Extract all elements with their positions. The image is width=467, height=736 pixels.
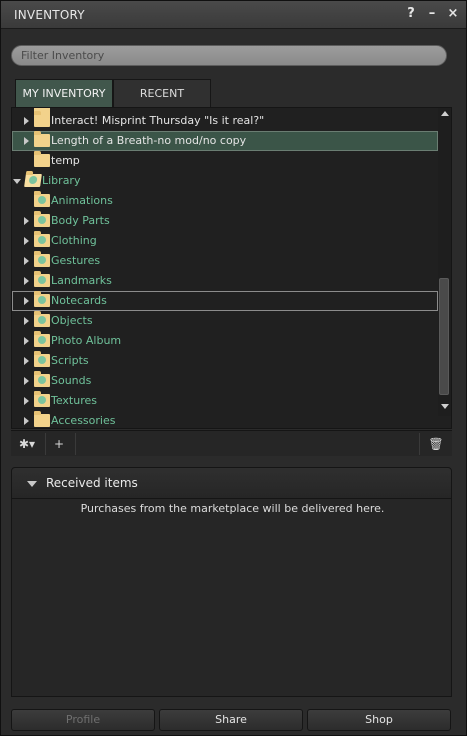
received-items-message: Purchases from the marketplace will be d… xyxy=(80,502,385,515)
system-folder-icon xyxy=(34,391,50,407)
tree-row[interactable]: Accessories xyxy=(12,411,438,428)
folder-icon xyxy=(34,131,50,147)
tree-row[interactable]: Body Parts xyxy=(12,211,438,231)
system-folder-icon xyxy=(34,351,50,367)
tree-row-label: temp xyxy=(51,154,80,167)
collapse-arrow-icon[interactable] xyxy=(27,481,37,487)
expand-arrow-icon[interactable] xyxy=(24,137,29,145)
tree-row[interactable]: Clothing xyxy=(12,231,438,251)
minimize-icon[interactable]: – xyxy=(425,6,439,22)
tree-row-label: Animations xyxy=(51,194,113,207)
tree-row-label: Scripts xyxy=(51,354,89,367)
system-folder-icon xyxy=(34,191,50,207)
system-folder-icon xyxy=(34,251,50,267)
tree-row-label: Sounds xyxy=(51,374,92,387)
bottom-buttons: Profile Share Shop xyxy=(11,709,452,731)
tree-row-label: Objects xyxy=(51,314,93,327)
scroll-thumb[interactable] xyxy=(439,278,449,395)
system-folder-icon xyxy=(34,231,50,247)
received-items-header[interactable]: Received items xyxy=(11,467,452,499)
tree-row[interactable]: Scripts xyxy=(12,351,438,371)
scroll-up-icon[interactable] xyxy=(441,111,449,116)
tree-row-label: Notecards xyxy=(51,294,107,307)
tree-row-label: Accessories xyxy=(51,414,116,427)
system-folder-icon xyxy=(34,331,50,347)
tree-row[interactable]: Sounds xyxy=(12,371,438,391)
received-items-panel: Purchases from the marketplace will be d… xyxy=(11,499,452,697)
folder-icon xyxy=(34,151,50,167)
tab-my-inventory[interactable]: MY INVENTORY xyxy=(15,79,113,107)
tree-row[interactable]: Animations xyxy=(12,191,438,211)
tree-row-hovered[interactable]: Notecards xyxy=(12,291,438,311)
filter-inventory-input[interactable]: Filter Inventory xyxy=(11,45,447,66)
folder-icon xyxy=(34,411,50,427)
tree-row[interactable]: Interact! Misprint Thursday "Is it real?… xyxy=(12,111,438,131)
tree-row-label: Interact! Misprint Thursday "Is it real?… xyxy=(51,114,265,127)
expand-arrow-icon[interactable] xyxy=(24,317,29,325)
system-folder-icon xyxy=(34,291,50,307)
inventory-window: INVENTORY ? – × Filter Inventory MY INVE… xyxy=(0,0,467,736)
tree-row-label: Landmarks xyxy=(51,274,112,287)
tree-row-label: Body Parts xyxy=(51,214,110,227)
title-bar-icons: ? – × xyxy=(404,6,460,22)
gear-icon[interactable]: ✱▾ xyxy=(15,434,39,454)
shop-button[interactable]: Shop xyxy=(307,709,451,731)
title-bar[interactable]: INVENTORY ? – × xyxy=(1,1,466,29)
window-title: INVENTORY xyxy=(14,8,85,22)
expand-arrow-icon[interactable] xyxy=(24,297,29,305)
expand-arrow-icon[interactable] xyxy=(24,277,29,285)
system-folder-icon xyxy=(34,311,50,327)
expand-arrow-icon[interactable] xyxy=(24,337,29,345)
expand-arrow-icon[interactable] xyxy=(24,237,29,245)
library-folder-icon xyxy=(24,174,42,187)
tree-row-label: Textures xyxy=(51,394,97,407)
system-folder-icon xyxy=(34,371,50,387)
close-icon[interactable]: × xyxy=(446,6,460,22)
tree-row[interactable]: Gestures xyxy=(12,251,438,271)
toolbar-divider xyxy=(419,433,420,455)
expand-arrow-icon[interactable] xyxy=(24,377,29,385)
inventory-tabs: MY INVENTORY RECENT xyxy=(15,79,211,107)
expand-arrow-icon[interactable] xyxy=(24,397,29,405)
system-folder-icon xyxy=(34,211,50,227)
inventory-tree[interactable]: Interact! Misprint Thursday "Is it real?… xyxy=(11,107,452,429)
tree-row-label: Gestures xyxy=(51,254,101,267)
scroll-down-icon[interactable] xyxy=(441,404,449,409)
expand-arrow-icon[interactable] xyxy=(24,117,29,125)
tree-scrollbar[interactable] xyxy=(438,108,451,416)
tree-row[interactable]: Landmarks xyxy=(12,271,438,291)
toolbar-divider xyxy=(75,433,76,455)
tab-recent[interactable]: RECENT xyxy=(113,79,211,107)
tree-row[interactable]: Textures xyxy=(12,391,438,411)
expand-arrow-icon[interactable] xyxy=(24,357,29,365)
help-icon[interactable]: ? xyxy=(404,6,418,22)
received-items-title: Received items xyxy=(46,476,138,490)
tree-row-library[interactable]: Library xyxy=(12,171,438,191)
tree-row-label: Clothing xyxy=(51,234,97,247)
tree-row[interactable]: Photo Album xyxy=(12,331,438,351)
tree-row-label: Photo Album xyxy=(51,334,122,347)
share-button[interactable]: Share xyxy=(159,709,303,731)
expand-arrow-icon[interactable] xyxy=(24,217,29,225)
add-icon[interactable]: + xyxy=(49,434,69,454)
expand-arrow-icon[interactable] xyxy=(24,417,29,425)
trash-icon[interactable]: 🗑 xyxy=(425,434,447,454)
collapse-arrow-icon[interactable] xyxy=(13,179,21,184)
toolbar-divider xyxy=(45,433,46,455)
system-folder-icon xyxy=(34,271,50,287)
tree-row[interactable]: Objects xyxy=(12,311,438,331)
tree-row-selected[interactable]: Length of a Breath-no mod/no copy xyxy=(12,131,438,151)
tree-row-label: Library xyxy=(42,174,81,187)
folder-icon xyxy=(34,111,50,127)
profile-button[interactable]: Profile xyxy=(11,709,155,731)
inventory-toolbar: ✱▾ + 🗑 xyxy=(11,430,452,456)
tree-row[interactable]: temp xyxy=(12,151,438,171)
expand-arrow-icon[interactable] xyxy=(24,257,29,265)
tree-row-label: Length of a Breath-no mod/no copy xyxy=(51,134,247,147)
